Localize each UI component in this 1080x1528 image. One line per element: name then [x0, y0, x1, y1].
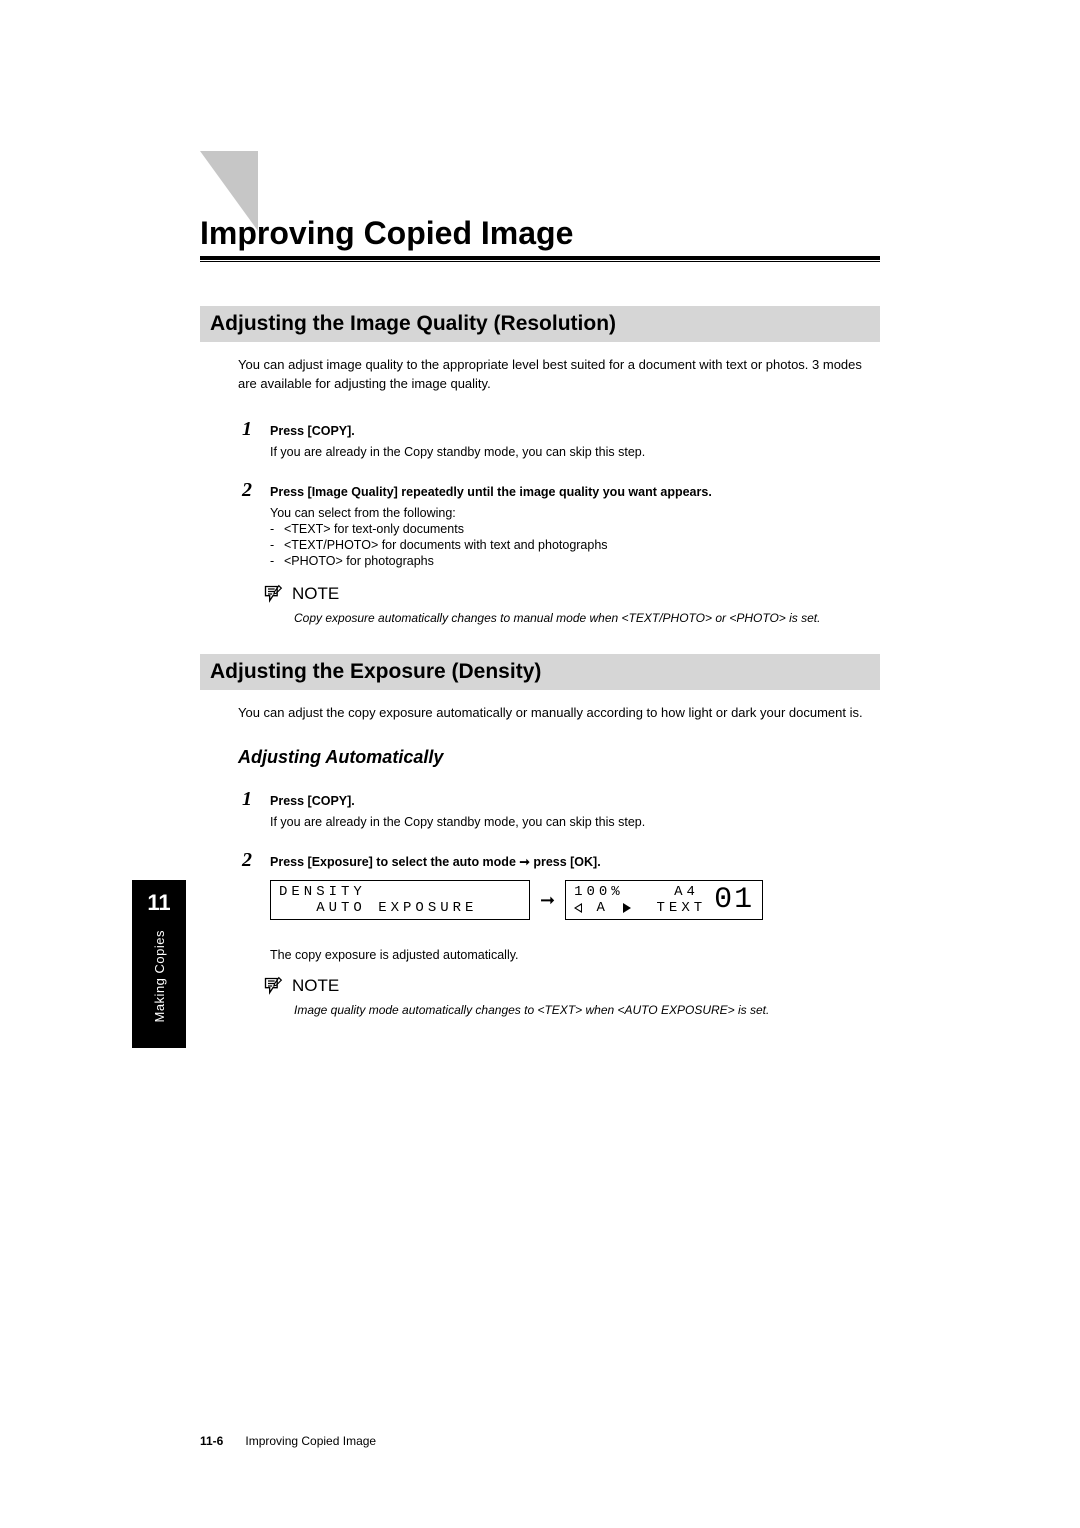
step-number: 2 [238, 849, 252, 872]
step-note: If you are already in the Copy standby m… [270, 445, 876, 459]
chapter-title: Improving Copied Image [200, 215, 880, 256]
page: 11 Making Copies Improving Copied Image … [0, 0, 1080, 1528]
decorative-triangle [200, 151, 258, 231]
option-item: -<TEXT/PHOTO> for documents with text an… [270, 538, 876, 552]
result-text: The copy exposure is adjusted automatica… [270, 948, 876, 962]
step-number: 1 [238, 418, 252, 441]
note-icon [262, 976, 284, 996]
lcd-zoom: 100% [574, 884, 624, 900]
page-footer: 11-6 Improving Copied Image [200, 1434, 376, 1448]
option-text: <PHOTO> for photographs [284, 554, 434, 568]
option-text: <TEXT/PHOTO> for documents with text and… [284, 538, 608, 552]
options-intro: You can select from the following: [270, 506, 876, 520]
lcd-left-line1: DENSITY [279, 884, 521, 900]
note-body: Image quality mode automatically changes… [294, 1002, 876, 1019]
option-text: <TEXT> for text-only documents [284, 522, 464, 536]
note-heading: NOTE [262, 584, 876, 604]
lcd-left-line2: AUTO EXPOSURE [279, 900, 521, 916]
content: Improving Copied Image Adjusting the Ima… [200, 215, 880, 1019]
lcd-right-text: 100% A4 A TEXT [574, 884, 706, 916]
lcd-quality: TEXT [657, 900, 707, 916]
note-label: NOTE [292, 976, 339, 996]
lcd-row: DENSITY AUTO EXPOSURE ➞ 100% A4 A TEXT 0… [270, 880, 876, 920]
section1-body: You can adjust image quality to the appr… [238, 356, 876, 626]
note-body: Copy exposure automatically changes to m… [294, 610, 876, 627]
step-title: Press [Exposure] to select the auto mode… [270, 854, 876, 869]
chapter-number: 11 [147, 890, 170, 916]
lcd-left: DENSITY AUTO EXPOSURE [270, 880, 530, 920]
chapter-tab-label: Making Copies [152, 930, 167, 1023]
chapter-rule [200, 256, 880, 262]
step2-options: You can select from the following: -<TEX… [270, 506, 876, 568]
lcd-paper: A4 [674, 884, 699, 900]
section-heading-2: Adjusting the Exposure (Density) [200, 654, 880, 690]
section2-step1: 1 Press [COPY]. [238, 788, 876, 811]
step-title: Press [COPY]. [270, 794, 876, 808]
section2-body: You can adjust the copy exposure automat… [238, 704, 876, 1019]
note-heading: NOTE [262, 976, 876, 996]
page-number: 11-6 [200, 1434, 223, 1448]
option-item: -<TEXT> for text-only documents [270, 522, 876, 536]
lcd-right-bot: A TEXT [574, 900, 706, 916]
step-title: Press [Image Quality] repeatedly until t… [270, 485, 876, 499]
section2-step2: 2 Press [Exposure] to select the auto mo… [238, 849, 876, 872]
arrow-right-icon: ➞ [540, 890, 555, 911]
lcd-right: 100% A4 A TEXT 01 [565, 880, 763, 920]
step-number: 1 [238, 788, 252, 811]
step-number: 2 [238, 479, 252, 502]
note-label: NOTE [292, 584, 339, 604]
lcd-copies: 01 [706, 885, 754, 915]
lcd-mode-letter: A [597, 900, 609, 916]
note-icon [262, 584, 284, 604]
subsection-heading: Adjusting Automatically [238, 747, 876, 768]
section-heading-1: Adjusting the Image Quality (Resolution) [200, 306, 880, 342]
step-note: If you are already in the Copy standby m… [270, 815, 876, 829]
chapter-tab: 11 Making Copies [132, 880, 186, 1048]
lcd-right-top: 100% A4 [574, 884, 706, 900]
section1-intro: You can adjust image quality to the appr… [238, 356, 876, 394]
chapter-header: Improving Copied Image [200, 215, 880, 262]
triangle-left-icon [574, 903, 582, 913]
step-title: Press [COPY]. [270, 424, 876, 438]
section2-intro: You can adjust the copy exposure automat… [238, 704, 876, 723]
section1-step2: 2 Press [Image Quality] repeatedly until… [238, 479, 876, 502]
option-item: -<PHOTO> for photographs [270, 554, 876, 568]
section1-step1: 1 Press [COPY]. [238, 418, 876, 441]
footer-title: Improving Copied Image [245, 1434, 376, 1448]
